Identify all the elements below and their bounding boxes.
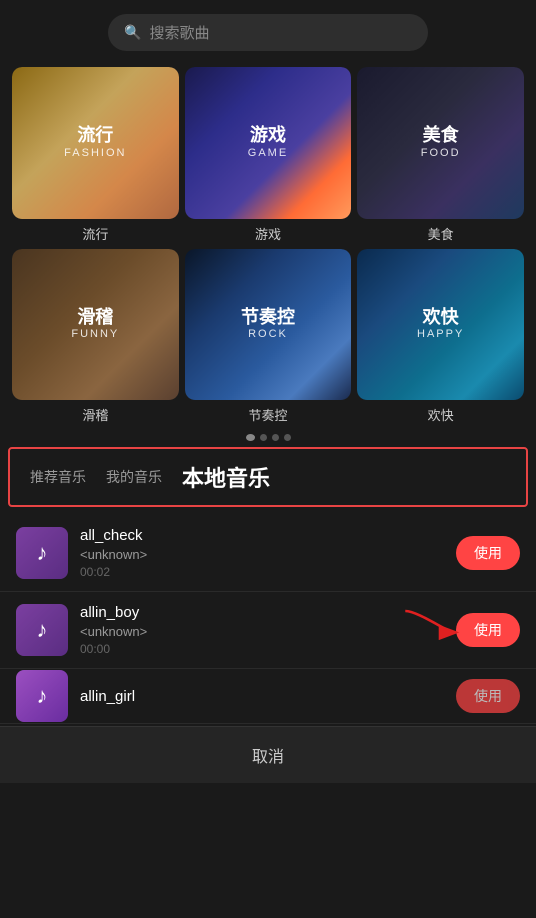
song-item-2: ♪ allin_boy <unknown> 00:00 使用 (0, 592, 536, 669)
music-note-1: ♪ (37, 540, 48, 566)
arrow-annotation (401, 606, 461, 646)
song-info-3: allin_girl (80, 688, 456, 705)
category-en-fashion: FASHION (64, 147, 126, 160)
song-info-2: allin_boy <unknown> 00:00 (80, 604, 456, 656)
category-zh-food: 美食 (421, 125, 461, 147)
music-note-3: ♪ (37, 683, 48, 709)
category-thumb-rock: 节奏控 ROCK (185, 249, 352, 401)
tabs-section: 推荐音乐 我的音乐 本地音乐 (8, 447, 528, 507)
category-zh-fashion: 流行 (64, 125, 126, 147)
song-item-3: ♪ allin_girl 使用 (0, 669, 536, 724)
song-info-1: all_check <unknown> 00:02 (80, 527, 456, 579)
song-title-1: all_check (80, 527, 456, 544)
song-artist-1: <unknown> (80, 547, 456, 562)
category-name-funny: 滑稽 (82, 405, 108, 424)
category-thumb-funny: 滑稽 FUNNY (12, 249, 179, 401)
song-title-3: allin_girl (80, 688, 456, 705)
music-note-2: ♪ (37, 617, 48, 643)
category-name-game: 游戏 (255, 224, 281, 243)
category-thumb-fashion: 流行 FASHION (12, 67, 179, 219)
pagination-dots (0, 434, 536, 441)
category-thumb-happy: 欢快 HAPPY (357, 249, 524, 401)
song-list: ♪ all_check <unknown> 00:02 使用 ♪ allin_b… (0, 515, 536, 724)
category-en-game: GAME (248, 147, 288, 160)
category-thumb-food: 美食 FOOD (357, 67, 524, 219)
song-duration-2: 00:00 (80, 642, 456, 656)
category-en-rock: ROCK (241, 328, 295, 341)
search-bar: 🔍 搜索歌曲 (0, 0, 536, 61)
song-duration-1: 00:02 (80, 565, 456, 579)
song-thumb-3: ♪ (16, 670, 68, 722)
tab-my[interactable]: 我的音乐 (96, 463, 172, 491)
song-thumb-1: ♪ (16, 527, 68, 579)
category-food[interactable]: 美食 FOOD 美食 (357, 67, 524, 243)
tab-recommend[interactable]: 推荐音乐 (20, 463, 96, 491)
song-title-2: allin_boy (80, 604, 456, 621)
category-thumb-game: 游戏 GAME (185, 67, 352, 219)
use-button-1[interactable]: 使用 (456, 536, 520, 570)
category-fashion[interactable]: 流行 FASHION 流行 (12, 67, 179, 243)
song-artist-2: <unknown> (80, 624, 456, 639)
category-en-food: FOOD (421, 147, 461, 160)
search-input-wrap[interactable]: 🔍 搜索歌曲 (108, 14, 428, 51)
cancel-bar[interactable]: 取消 (0, 726, 536, 783)
category-zh-funny: 滑稽 (71, 307, 119, 329)
category-happy[interactable]: 欢快 HAPPY 欢快 (357, 249, 524, 425)
use-button-2[interactable]: 使用 (456, 613, 520, 647)
dot-1 (246, 434, 255, 441)
category-name-fashion: 流行 (82, 224, 108, 243)
song-thumb-2: ♪ (16, 604, 68, 656)
category-name-rock: 节奏控 (248, 405, 287, 424)
tab-local[interactable]: 本地音乐 (172, 457, 280, 497)
use-button-3[interactable]: 使用 (456, 679, 520, 713)
search-placeholder: 搜索歌曲 (149, 22, 209, 43)
category-name-happy: 欢快 (428, 405, 454, 424)
category-zh-rock: 节奏控 (241, 307, 295, 329)
category-en-funny: FUNNY (71, 328, 119, 341)
dot-3 (272, 434, 279, 441)
category-funny[interactable]: 滑稽 FUNNY 滑稽 (12, 249, 179, 425)
category-grid: 流行 FASHION 流行 游戏 GAME 游戏 美食 FOOD 美食 (0, 61, 536, 424)
category-zh-game: 游戏 (248, 125, 288, 147)
category-rock[interactable]: 节奏控 ROCK 节奏控 (185, 249, 352, 425)
category-game[interactable]: 游戏 GAME 游戏 (185, 67, 352, 243)
song-item-1: ♪ all_check <unknown> 00:02 使用 (0, 515, 536, 592)
dot-4 (284, 434, 291, 441)
category-zh-happy: 欢快 (417, 307, 464, 329)
dot-2 (260, 434, 267, 441)
category-en-happy: HAPPY (417, 328, 464, 341)
category-name-food: 美食 (428, 224, 454, 243)
search-icon: 🔍 (124, 24, 141, 41)
